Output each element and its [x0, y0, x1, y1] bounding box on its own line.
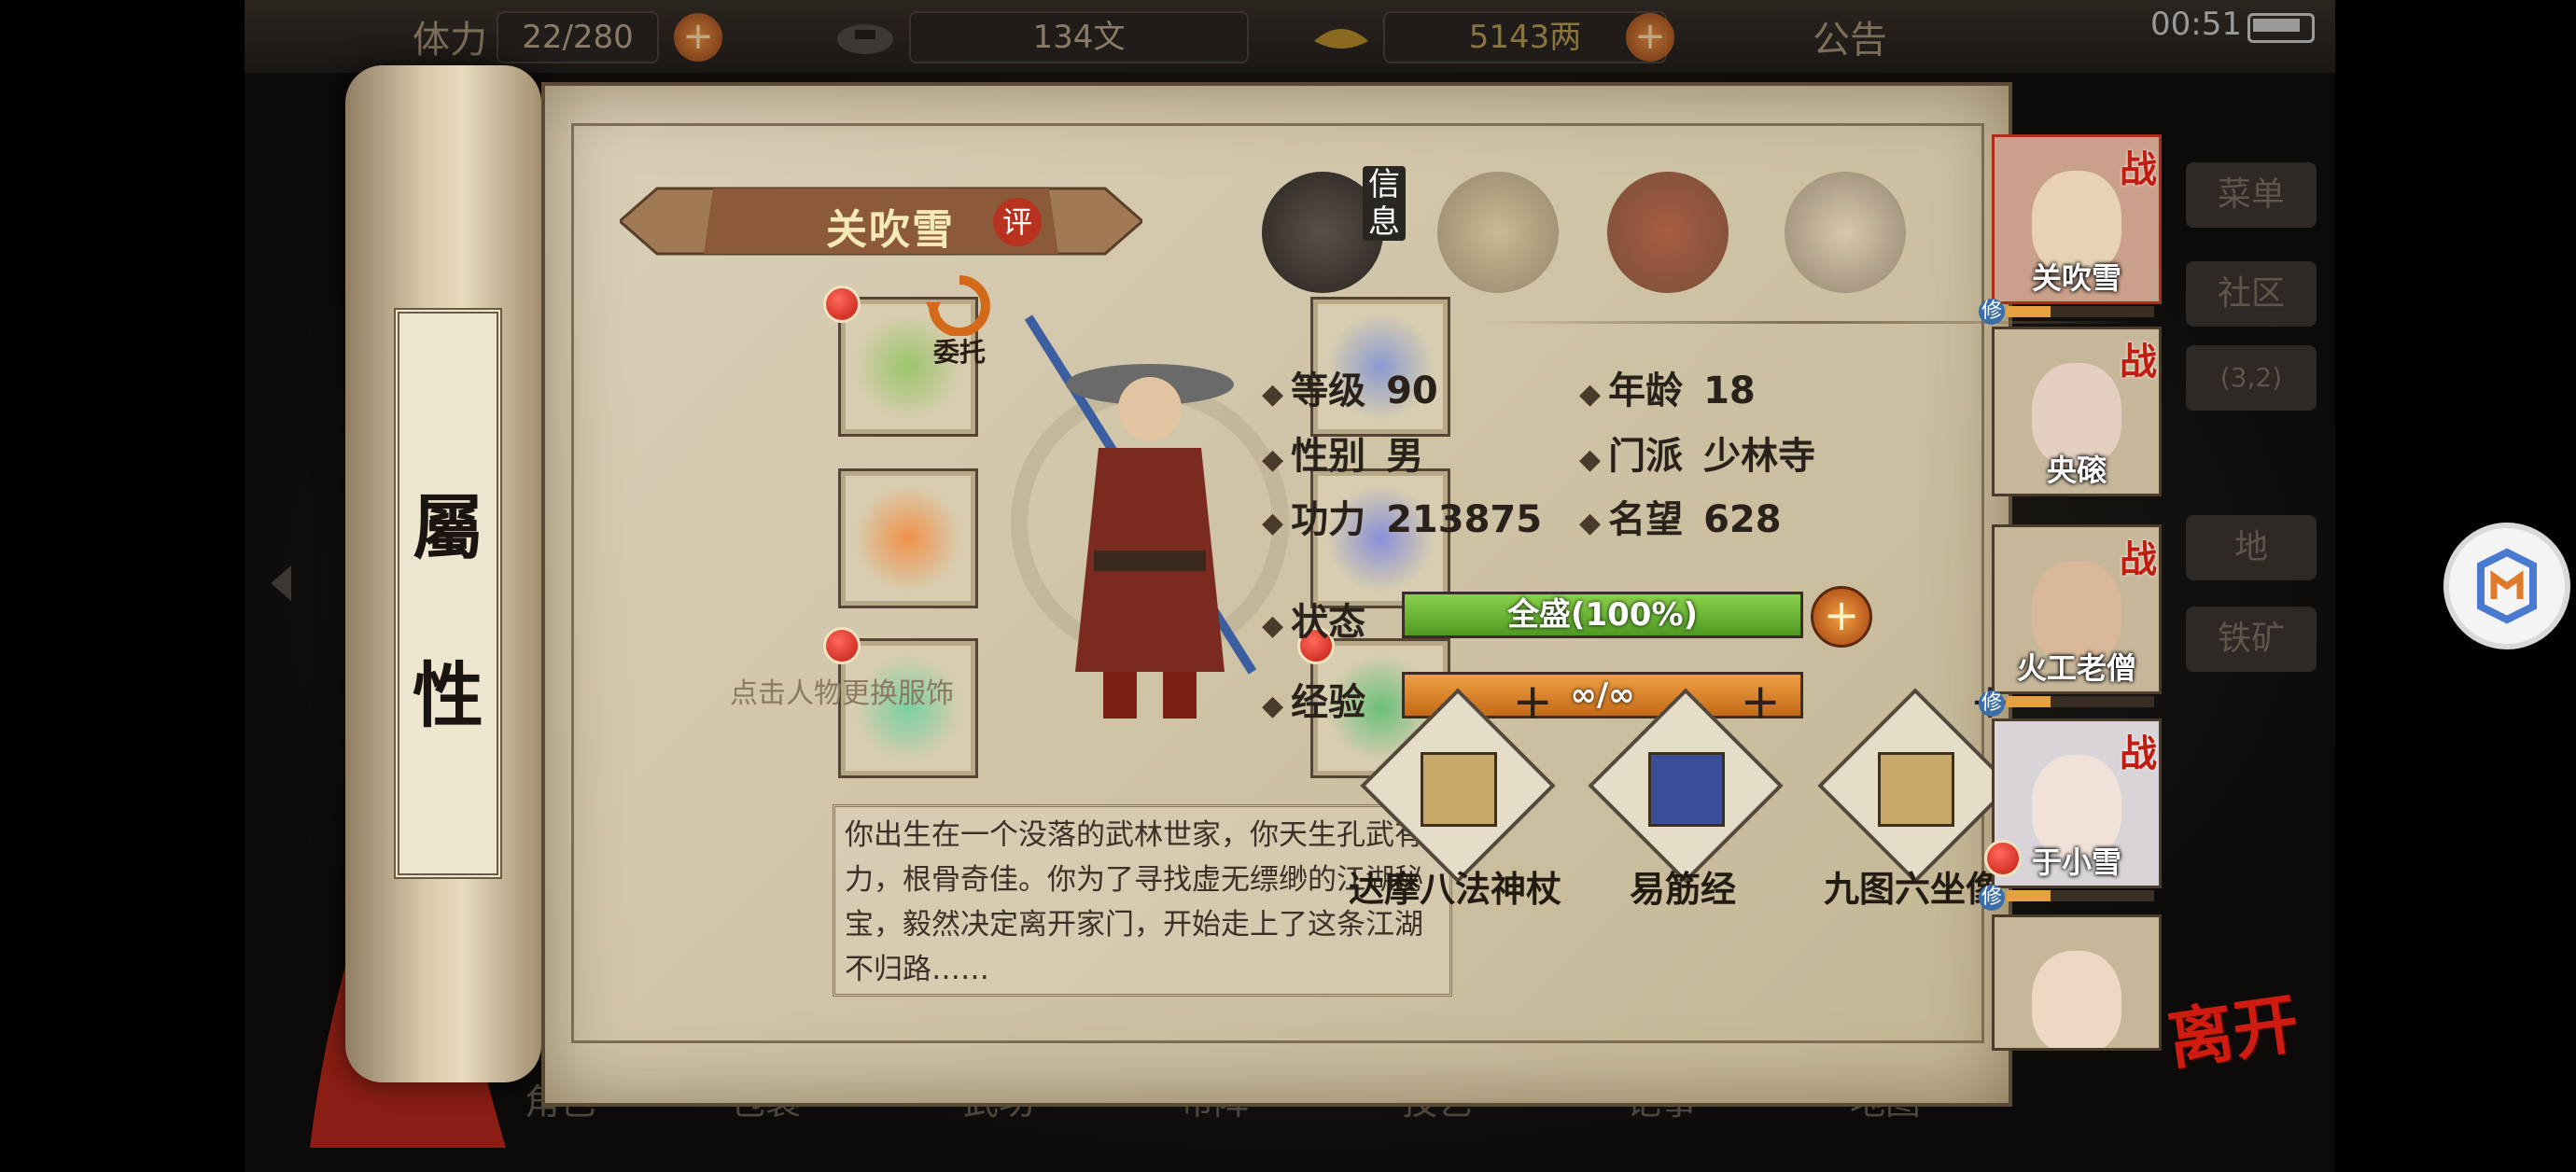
scroll-title-char1: 屬 — [413, 486, 483, 569]
bg-iron-mine: 铁矿 — [2186, 607, 2317, 672]
change-outfit-hint: 点击人物更换服饰 — [730, 677, 954, 710]
party-member-1[interactable]: 战 关吹雪 — [1992, 134, 2162, 304]
status-label-row: ◆ 状态 — [1262, 601, 1366, 644]
stat-gender: ◆ 性别男 — [1262, 435, 1424, 478]
silver-ingot-icon — [1309, 13, 1374, 60]
divider — [1486, 321, 2139, 324]
copper-value: 134文 — [909, 11, 1249, 63]
add-silver-button[interactable]: + — [1626, 13, 1674, 62]
gender-label: 性别 — [1291, 435, 1366, 478]
leave-button[interactable]: 离开 — [2162, 971, 2304, 1083]
cultivate-badge: 修 — [1979, 299, 2005, 325]
book-icon — [1878, 752, 1954, 827]
restore-status-button[interactable]: + — [1811, 586, 1872, 648]
book-icon — [1648, 752, 1725, 827]
stat-age: ◆ 年龄 18 — [1579, 370, 1756, 412]
stat-fame: ◆ 名望 628 — [1579, 498, 1782, 541]
stat-sect: ◆ 门派 少林寺 — [1579, 435, 1816, 478]
status-bar: 全盛(100%) — [1402, 592, 1803, 638]
rate-button[interactable]: 评 — [993, 198, 1042, 246]
info-tab-label: 信息 — [1363, 166, 1406, 241]
fame-label: 名望 — [1608, 498, 1684, 541]
age-label: 年龄 — [1608, 370, 1684, 412]
party-member-name: 央磙 — [2046, 453, 2107, 488]
inventory-tab[interactable] — [1437, 172, 1559, 293]
refresh-icon — [926, 275, 990, 337]
sect-value: 少林寺 — [1703, 435, 1816, 478]
scroll-title-char2: 性 — [413, 654, 483, 737]
sect-label: 门派 — [1608, 435, 1684, 478]
party-xp-bar — [2007, 696, 2154, 707]
party-member-5[interactable] — [1992, 914, 2162, 1051]
battery-icon — [2247, 13, 2315, 43]
equip-slot-weapon[interactable] — [838, 468, 978, 608]
floating-assistant-button[interactable] — [2443, 523, 2570, 649]
entrust-label: 委托 — [932, 337, 986, 368]
notify-dot — [1984, 840, 2022, 877]
gender-value: 男 — [1386, 435, 1424, 478]
character-figure[interactable] — [1010, 299, 1290, 737]
status-label: 状态 — [1291, 601, 1366, 644]
add-stamina-button[interactable]: + — [674, 13, 722, 62]
character-name: 关吹雪 — [826, 206, 955, 254]
meridian-tab[interactable] — [1785, 172, 1906, 293]
age-value: 18 — [1703, 370, 1756, 412]
bagua-tab[interactable] — [1607, 172, 1729, 293]
cultivate-badge: 修 — [1979, 691, 2005, 717]
level-label: 等级 — [1291, 370, 1366, 412]
bg-coord: (3,2) — [2186, 345, 2317, 411]
stat-level: ◆ 等级 90 — [1262, 370, 1438, 412]
entrust-button[interactable]: 委托 — [922, 271, 997, 373]
party-member-name: 火工老僧 — [2016, 650, 2136, 686]
assistant-logo-icon — [2477, 548, 2537, 624]
power-value: 213875 — [1386, 498, 1543, 541]
battle-badge: 战 — [2120, 340, 2157, 384]
copper-coin-icon — [833, 13, 898, 60]
name-banner: 关吹雪 评 — [617, 183, 1145, 259]
notice-button[interactable]: 公告 — [1813, 9, 1887, 63]
exp-label-row: ◆ 经验 — [1262, 681, 1366, 724]
bg-community-button: 社区 — [2186, 261, 2317, 327]
add-skill-button[interactable]: + — [1740, 674, 1781, 730]
skill-slot-1[interactable]: + — [1360, 674, 1556, 884]
book-icon — [1421, 752, 1497, 827]
notify-dot — [823, 627, 861, 664]
cultivate-badge: 修 — [1979, 885, 2005, 911]
avatar — [2032, 951, 2121, 1048]
stat-power: ◆ 功力 213875 — [1262, 498, 1543, 541]
scroll-title: 屬 性 — [394, 308, 502, 879]
exp-label: 经验 — [1291, 681, 1366, 724]
level-value: 90 — [1386, 370, 1438, 412]
bg-menu-button: 菜单 — [2186, 162, 2317, 228]
notify-dot — [823, 286, 861, 323]
dagger-icon — [854, 484, 962, 593]
battle-badge: 战 — [2120, 147, 2157, 191]
add-skill-button[interactable]: + — [1512, 674, 1553, 730]
status-value: 全盛(100%) — [1506, 596, 1699, 634]
battle-badge: 战 — [2120, 537, 2157, 581]
battle-badge: 战 — [2120, 732, 2157, 775]
party-xp-bar — [2007, 306, 2154, 317]
top-bar: 体力 22/280 + 134文 5143两 + 公告 00:51 — [245, 0, 2335, 73]
silver-value: 5143两 — [1383, 11, 1667, 63]
game-screen: 体力 22/280 + 134文 5143两 + 公告 00:51 菜单 社区 … — [245, 0, 2335, 1172]
skill-slot-2[interactable]: + — [1588, 674, 1784, 884]
bg-land: 地 — [2186, 515, 2317, 580]
skill-slot-3[interactable]: + — [1817, 674, 2013, 884]
party-xp-bar — [2007, 890, 2154, 901]
fame-value: 628 — [1703, 498, 1782, 541]
party-member-name: 关吹雪 — [2031, 260, 2121, 296]
power-label: 功力 — [1291, 498, 1366, 541]
party-member-2[interactable]: 战 央磙 — [1992, 327, 2162, 496]
party-member-3[interactable]: 战 火工老僧 — [1992, 524, 2162, 694]
clock: 00:51 — [2150, 6, 2242, 43]
